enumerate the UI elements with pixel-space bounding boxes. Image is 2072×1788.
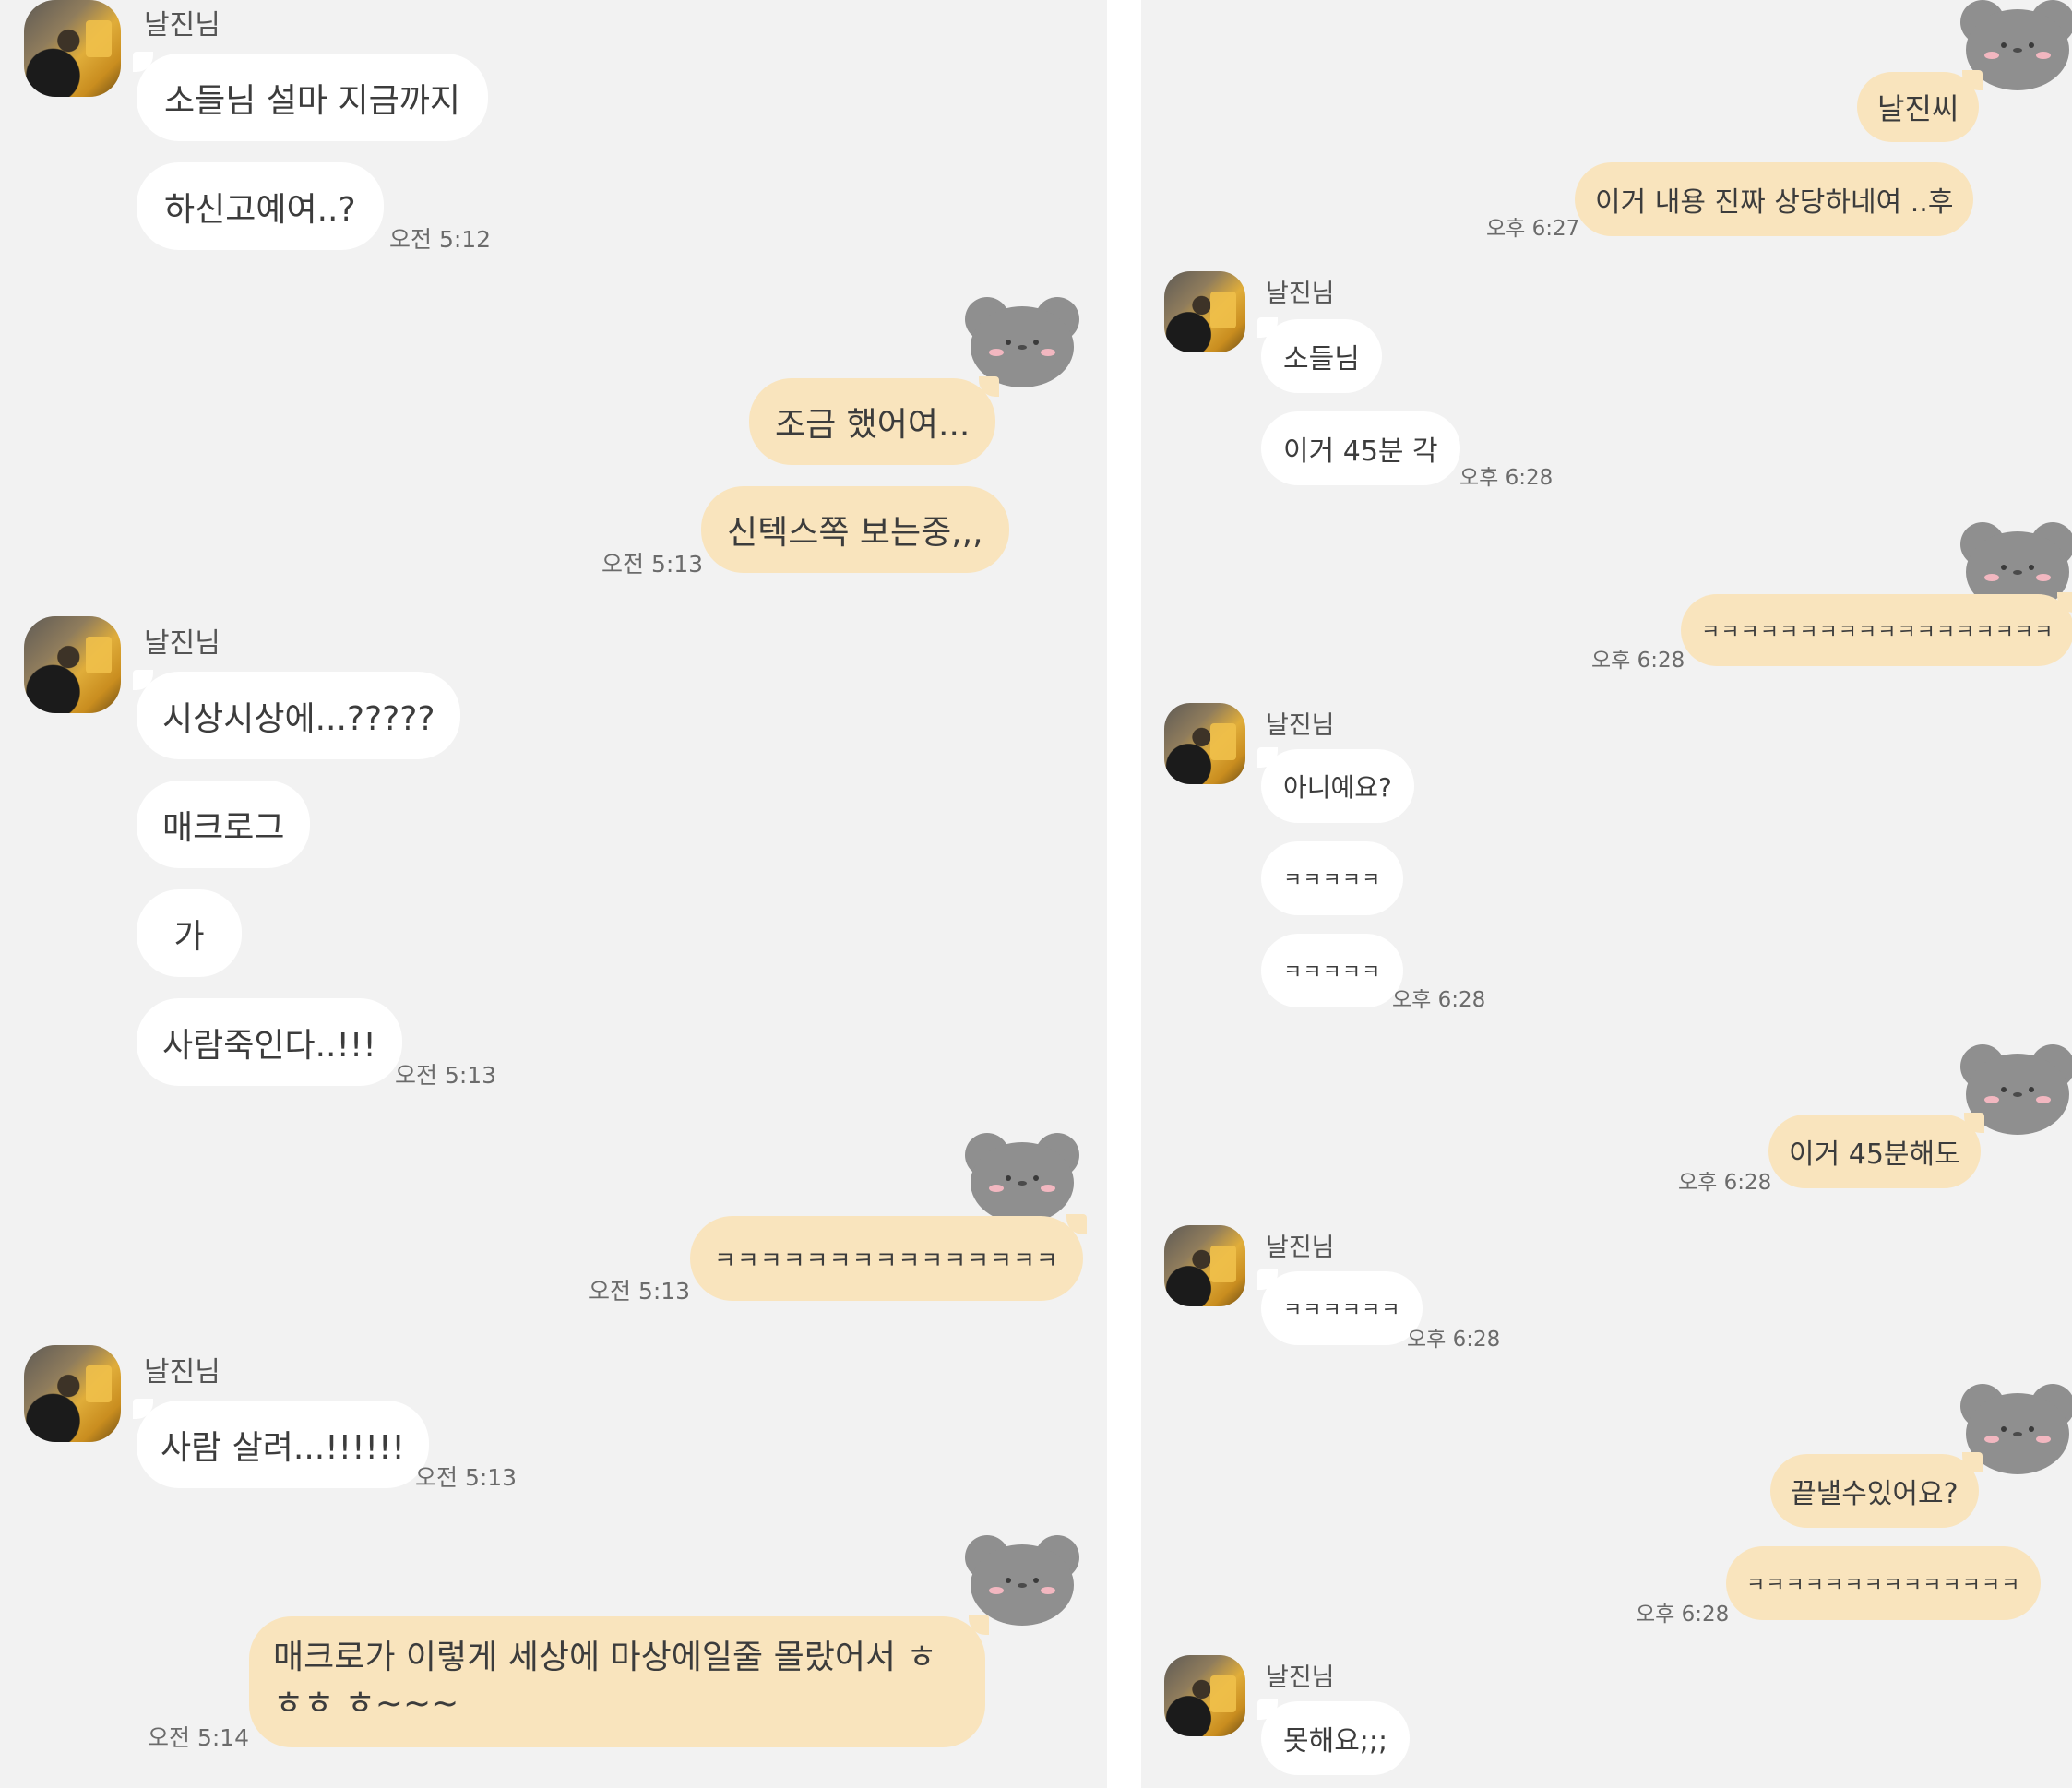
chat-screenshot-left: 날진님 소들님 설마 지금까지 하신고예여..? 오전 5:12 조금 했어여.… — [0, 0, 1107, 1788]
reply-bubble[interactable]: 조금 했어여... — [749, 376, 1000, 465]
message-bubble[interactable]: 소들님 — [1257, 317, 1382, 393]
message-bubble[interactable]: 사람죽인다..!!! — [137, 998, 402, 1086]
reply-bubble[interactable]: 이거 45분해도 — [1768, 1113, 1984, 1188]
reply-bubble[interactable]: ㅋㅋㅋㅋㅋㅋㅋㅋㅋㅋㅋㅋㅋㅋㅋ — [690, 1214, 1087, 1301]
gray-bear-icon[interactable] — [961, 297, 1083, 389]
sender-name: 날진님 — [144, 1356, 220, 1389]
message-time: 오후 6:28 — [1392, 988, 1486, 1012]
sender-name: 날진님 — [1266, 711, 1335, 740]
message-bubble[interactable]: ㅋㅋㅋㅋㅋ — [1261, 841, 1404, 915]
gray-bear-icon[interactable] — [961, 1535, 1083, 1627]
partner-avatar[interactable] — [1164, 1655, 1245, 1736]
sender-name: 날진님 — [1266, 280, 1335, 308]
reply-bubble[interactable]: ㅋㅋㅋㅋㅋㅋㅋㅋㅋㅋㅋㅋㅋㅋㅋㅋㅋㅋ — [1681, 592, 2072, 666]
partner-avatar[interactable] — [24, 616, 121, 713]
partner-avatar[interactable] — [1164, 1225, 1245, 1306]
message-bubble[interactable]: 못해요;;; — [1256, 1699, 1411, 1775]
message-time: 오전 5:13 — [395, 1062, 497, 1089]
partner-avatar[interactable] — [1164, 703, 1245, 784]
message-time: 오후 6:27 — [1486, 217, 1580, 241]
message-bubble[interactable]: 하신고예여..? — [137, 162, 384, 250]
partner-avatar[interactable] — [24, 1345, 121, 1442]
partner-avatar[interactable] — [1164, 271, 1245, 352]
reply-bubble[interactable]: ㅋㅋㅋㅋㅋㅋㅋㅋㅋㅋㅋㅋㅋㅋ — [1726, 1546, 2042, 1620]
sender-name: 날진님 — [144, 9, 220, 42]
message-bubble[interactable]: 이거 45분 각 — [1261, 411, 1460, 485]
message-time: 오전 5:13 — [415, 1464, 518, 1491]
reply-bubble[interactable]: 날진씨 — [1857, 70, 1983, 142]
message-time: 오전 5:14 — [148, 1724, 250, 1751]
sender-name: 날진님 — [1266, 1234, 1335, 1262]
message-time: 오전 5:13 — [589, 1278, 691, 1305]
message-time: 오후 6:28 — [1407, 1328, 1501, 1352]
message-bubble[interactable]: ㅋㅋㅋㅋㅋㅋ — [1256, 1269, 1423, 1345]
message-time: 오후 6:28 — [1459, 466, 1554, 490]
reply-bubble[interactable]: 이거 내용 진짜 상당하네여 ..후 — [1575, 162, 1974, 236]
message-bubble[interactable]: 소들님 설마 지금까지 — [133, 52, 488, 141]
reply-bubble[interactable]: 신텍스쪽 보는중,,, — [701, 486, 1009, 573]
message-time: 오전 5:13 — [601, 551, 704, 578]
message-bubble[interactable]: 매크로그 — [137, 781, 311, 868]
message-time: 오후 6:28 — [1591, 649, 1685, 673]
chat-screenshot-right: 날진씨 이거 내용 진짜 상당하네여 ..후 오후 6:27 날진님 소들님 이… — [1141, 0, 2072, 1788]
message-bubble[interactable]: 사람 살려...!!!!!! — [133, 1399, 429, 1488]
sender-name: 날진님 — [1266, 1663, 1335, 1692]
message-time: 오후 6:28 — [1678, 1171, 1772, 1195]
sender-name: 날진님 — [144, 627, 220, 660]
message-time: 오전 5:12 — [389, 226, 492, 253]
message-bubble[interactable]: ㅋㅋㅋㅋㅋ — [1261, 934, 1404, 1007]
reply-bubble[interactable]: 끝낼수있어요? — [1770, 1452, 1983, 1528]
message-bubble[interactable]: 가 — [137, 889, 242, 977]
reply-bubble[interactable]: 매크로가 이렇게 세상에 마상에일줄 몰랐어서 ㅎㅎㅎ ㅎ~~~ — [249, 1615, 989, 1747]
partner-avatar[interactable] — [24, 0, 121, 97]
message-bubble[interactable]: 시상시상에...????? — [132, 670, 461, 759]
gray-bear-icon[interactable] — [961, 1133, 1083, 1225]
message-bubble[interactable]: 아니예요? — [1257, 747, 1414, 823]
message-time: 오후 6:28 — [1636, 1603, 1730, 1627]
